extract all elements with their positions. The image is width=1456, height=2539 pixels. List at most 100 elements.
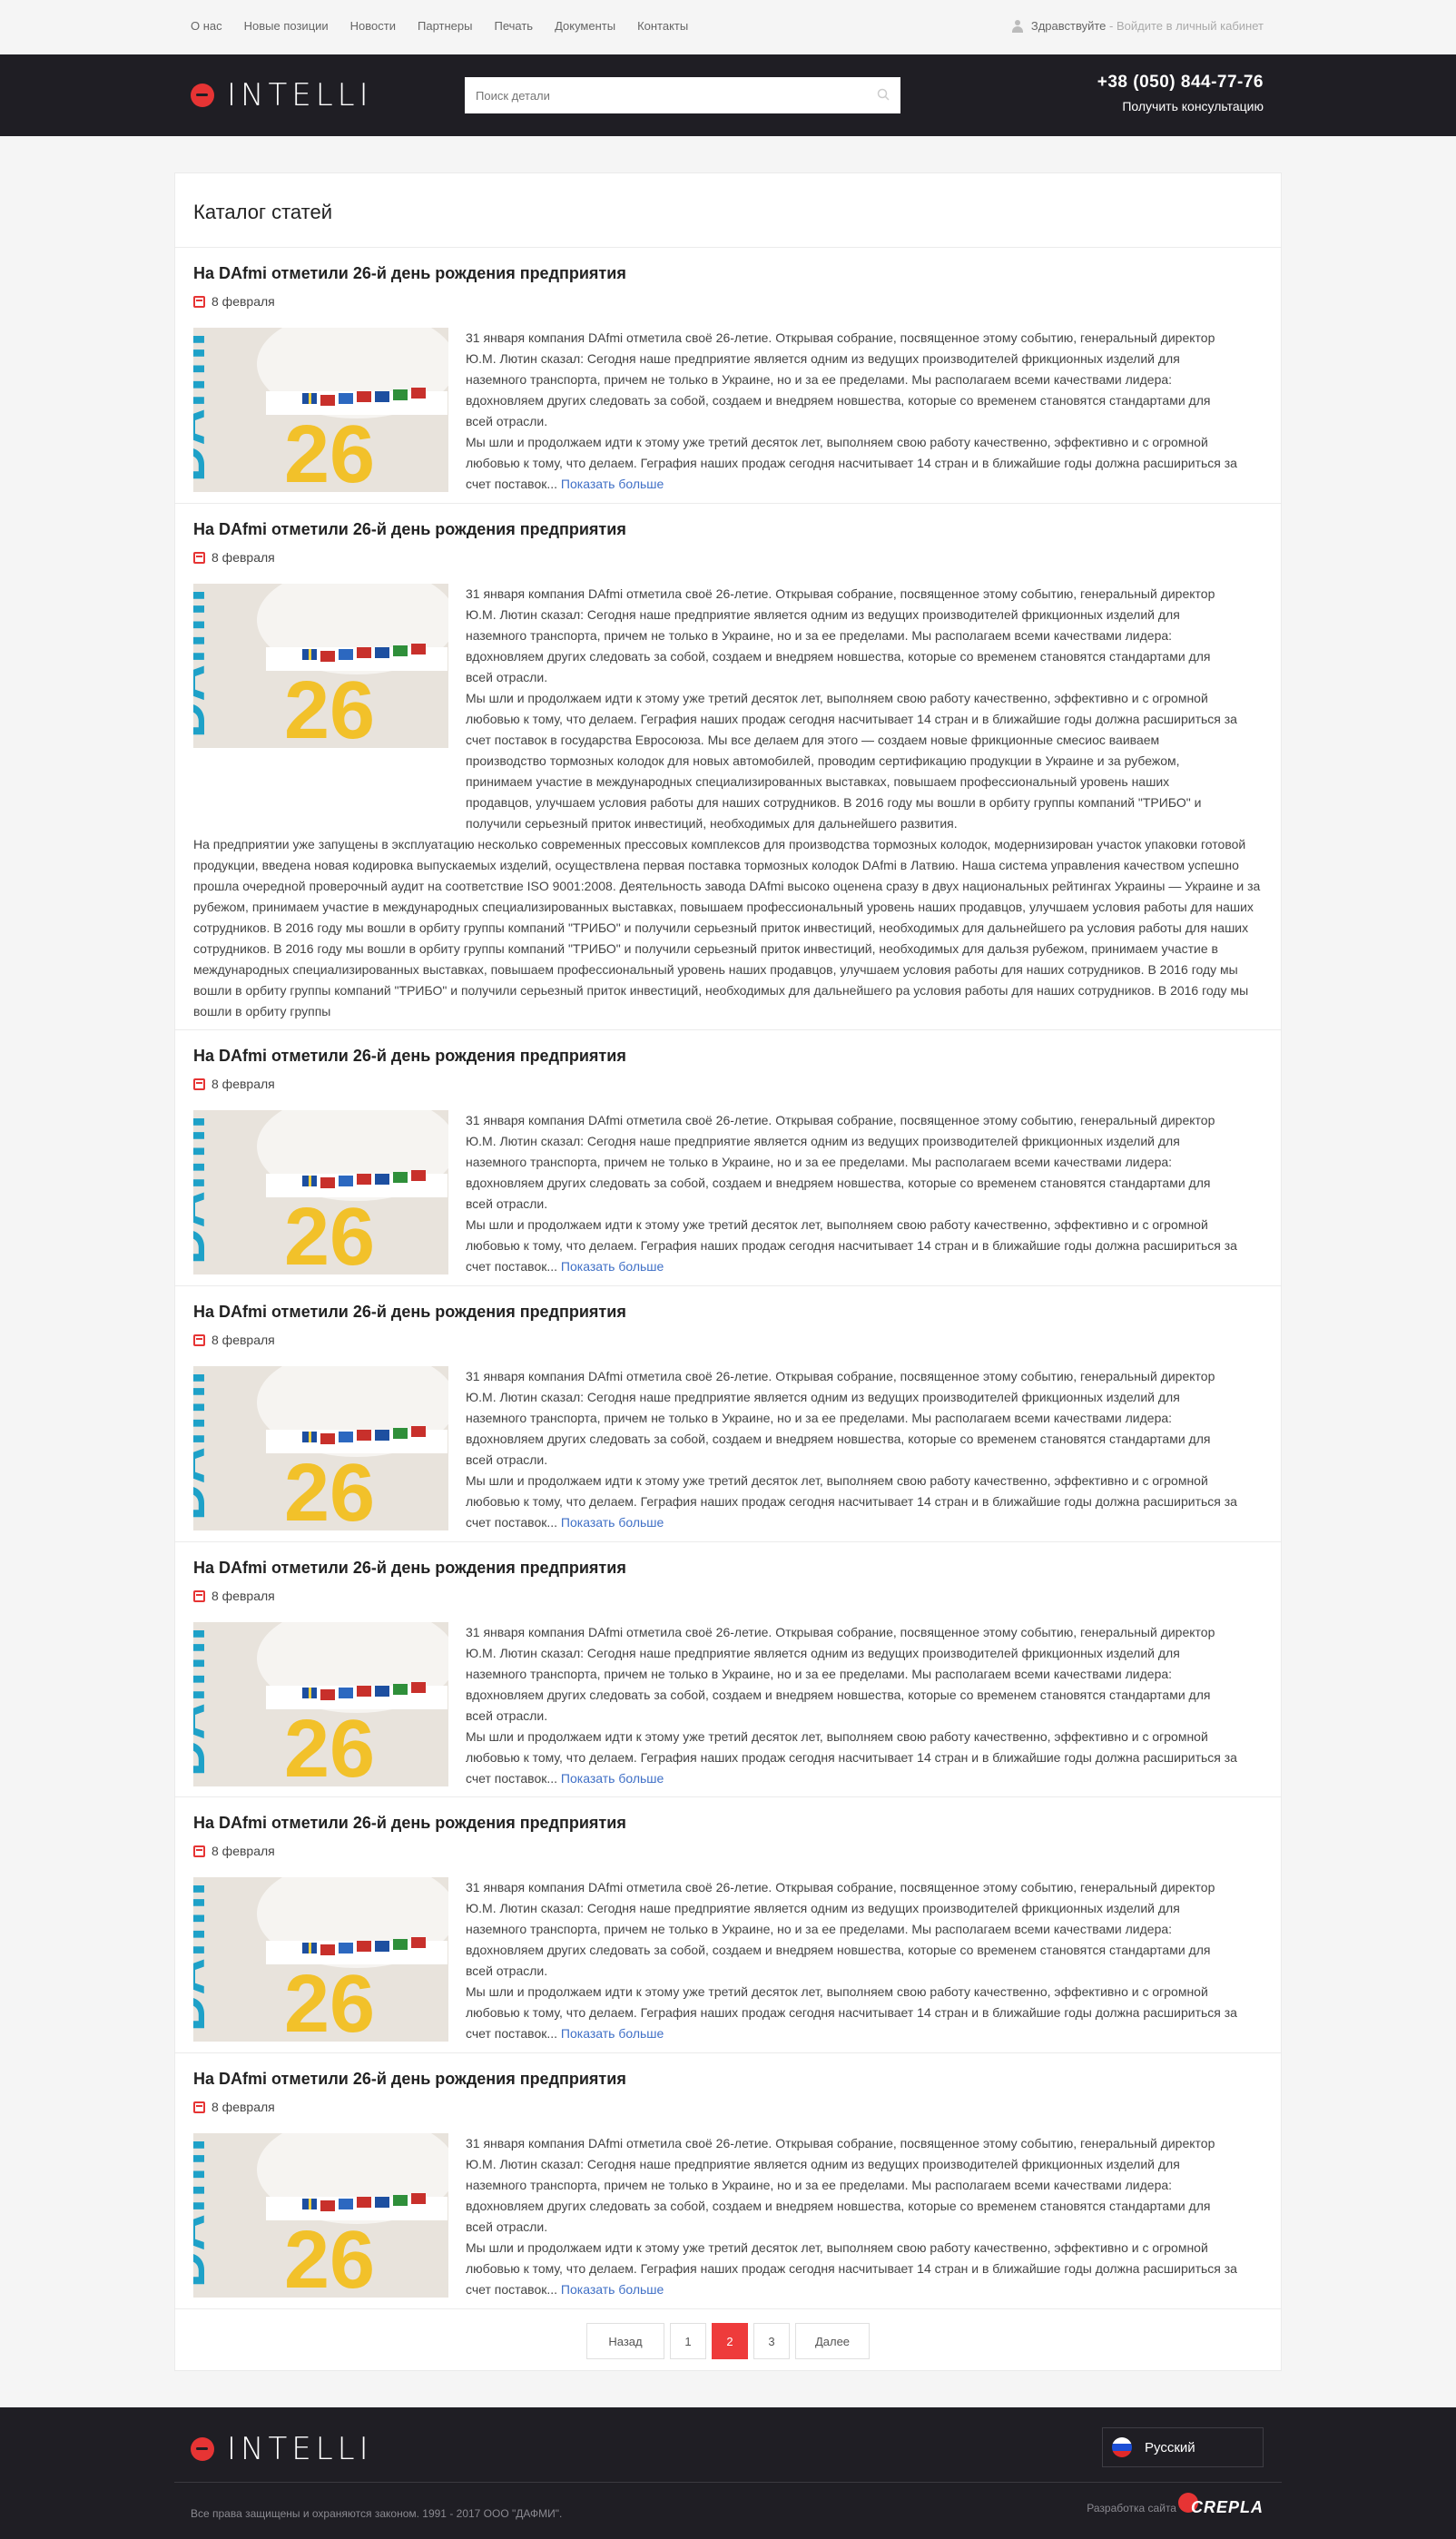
- phone-number[interactable]: +38 (050) 844-77-76: [1097, 73, 1264, 93]
- article-catalog: Каталог статей На DAfmi отметили 26-й де…: [174, 172, 1282, 2371]
- article-image[interactable]: DAfmi 26: [193, 2133, 448, 2298]
- article-full-text: На предприятии уже запущены в эксплуатац…: [193, 834, 1264, 1022]
- thumb-brand-text: DAfmi: [193, 1627, 215, 1776]
- search-icon[interactable]: [877, 88, 890, 101]
- show-more-link[interactable]: Показать больше: [561, 1515, 664, 1530]
- article-date-text: 8 февраля: [212, 1589, 275, 1603]
- logo-mark-icon: [191, 84, 214, 107]
- developer-credit: Разработка сайта CREPLA: [1087, 2498, 1264, 2517]
- show-more-link[interactable]: Показать больше: [561, 1259, 664, 1274]
- article-image[interactable]: DAfmi 26: [193, 328, 448, 492]
- site-logo[interactable]: INTELLI: [191, 79, 373, 112]
- footer-divider: [174, 2482, 1282, 2483]
- nav-about[interactable]: О нас: [191, 19, 222, 33]
- article-title[interactable]: На DAfmi отметили 26-й день рождения пре…: [193, 1814, 626, 1833]
- article-date-text: 8 февраля: [212, 550, 275, 565]
- search-box: [465, 77, 900, 113]
- pagination-page[interactable]: 1: [670, 2323, 706, 2359]
- article-date-text: 8 февраля: [212, 1333, 275, 1347]
- article-image[interactable]: DAfmi 26: [193, 1366, 448, 1530]
- article-excerpt: 31 января компания DAfmi отметила своё 2…: [466, 2133, 1237, 2300]
- developer-logo[interactable]: CREPLA: [1185, 2498, 1264, 2516]
- article-image[interactable]: DAfmi 26: [193, 1622, 448, 1786]
- nav-documents[interactable]: Документы: [555, 19, 615, 33]
- article-title[interactable]: На DAfmi отметили 26-й день рождения пре…: [193, 1047, 626, 1066]
- nav-partners[interactable]: Партнеры: [418, 19, 472, 33]
- article-item: На DAfmi отметили 26-й день рождения пре…: [175, 1797, 1281, 2053]
- article-paragraph: 31 января компания DAfmi отметила своё 2…: [466, 1369, 1215, 1467]
- thumb-number-text: 26: [284, 665, 375, 748]
- article-item: На DAfmi отметили 26-й день рождения пре…: [175, 2053, 1281, 2309]
- pagination-page[interactable]: 3: [753, 2323, 790, 2359]
- nav-news[interactable]: Новости: [350, 19, 396, 33]
- thumb-number-text: 26: [284, 1192, 375, 1274]
- nav-new-items[interactable]: Новые позиции: [244, 19, 329, 33]
- footer-logo[interactable]: INTELLI: [191, 2433, 373, 2465]
- pagination-prev[interactable]: Назад: [586, 2323, 664, 2359]
- article-excerpt: 31 января компания DAfmi отметила своё 2…: [466, 584, 1237, 834]
- greeting-text: Здравствуйте: [1030, 19, 1107, 33]
- show-more-link[interactable]: Показать больше: [561, 477, 664, 491]
- nav-contacts[interactable]: Контакты: [637, 19, 688, 33]
- show-more-link[interactable]: Показать больше: [561, 1771, 664, 1786]
- article-title[interactable]: На DAfmi отметили 26-й день рождения пре…: [193, 264, 626, 283]
- consult-link[interactable]: Получить консультацию: [1097, 99, 1264, 113]
- article-paragraph: 31 января компания DAfmi отметила своё 2…: [466, 586, 1215, 684]
- developer-label: Разработка сайта: [1087, 2501, 1176, 2514]
- calendar-icon: [193, 551, 205, 564]
- calendar-icon: [193, 2101, 205, 2113]
- article-paragraph: 31 января компания DAfmi отметила своё 2…: [466, 1113, 1215, 1211]
- calendar-icon: [193, 1589, 205, 1602]
- article-date: 8 февраля: [193, 1077, 275, 1091]
- language-label: Русский: [1145, 2439, 1195, 2455]
- show-more-link[interactable]: Показать больше: [561, 2282, 664, 2297]
- thumb-brand-text: DAfmi: [193, 1115, 215, 1265]
- article-title[interactable]: На DAfmi отметили 26-й день рождения пре…: [193, 2070, 626, 2089]
- top-bar: О нас Новые позиции Новости Партнеры Печ…: [0, 0, 1456, 54]
- article-thumbnail: DAfmi 26: [193, 2133, 448, 2298]
- pagination-page-active[interactable]: 2: [712, 2323, 748, 2359]
- calendar-icon: [193, 295, 205, 308]
- article-image[interactable]: DAfmi 26: [193, 1110, 448, 1274]
- thumb-number-text: 26: [284, 1704, 375, 1786]
- thumb-number-text: 26: [284, 1448, 375, 1530]
- article-excerpt: 31 января компания DAfmi отметила своё 2…: [466, 1366, 1237, 1533]
- site-header: INTELLI +38 (050) 844-77-76 Получить кон…: [0, 54, 1456, 136]
- article-thumbnail: DAfmi 26: [193, 1877, 448, 2042]
- article-title[interactable]: На DAfmi отметили 26-й день рождения пре…: [193, 1559, 626, 1578]
- article-title[interactable]: На DAfmi отметили 26-й день рождения пре…: [193, 1303, 626, 1322]
- article-item: На DAfmi отметили 26-й день рождения пре…: [175, 1542, 1281, 1797]
- article-excerpt: 31 января компания DAfmi отметила своё 2…: [466, 328, 1237, 495]
- article-title[interactable]: На DAfmi отметили 26-й день рождения пре…: [193, 520, 626, 539]
- article-paragraph: 31 января компания DAfmi отметила своё 2…: [466, 1880, 1215, 1978]
- article-image[interactable]: DAfmi 26: [193, 1877, 448, 2042]
- nav-print[interactable]: Печать: [494, 19, 533, 33]
- calendar-icon: [193, 1845, 205, 1857]
- article-thumbnail: DAfmi 26: [193, 1110, 448, 1274]
- top-nav: О нас Новые позиции Новости Партнеры Печ…: [191, 19, 688, 33]
- search-input[interactable]: [465, 77, 900, 113]
- article-thumbnail: DAfmi 26: [193, 1622, 448, 1786]
- page-title: Каталог статей: [175, 173, 1281, 248]
- pagination-next[interactable]: Далее: [795, 2323, 870, 2359]
- article-paragraph: На предприятии уже запущены в эксплуатац…: [193, 837, 1261, 1019]
- separator: -: [1106, 19, 1117, 33]
- article-excerpt: 31 января компания DAfmi отметила своё 2…: [466, 1110, 1237, 1277]
- article-date: 8 февраля: [193, 1589, 275, 1603]
- site-footer: INTELLI Русский Все права защищены и охр…: [0, 2407, 1456, 2539]
- article-item: На DAfmi отметили 26-й день рождения пре…: [175, 248, 1281, 504]
- thumb-brand-text: DAfmi: [193, 2138, 215, 2288]
- login-link[interactable]: Войдите в личный кабинет: [1117, 19, 1264, 33]
- article-date-text: 8 февраля: [212, 2100, 275, 2114]
- calendar-icon: [193, 1078, 205, 1090]
- contact-block: +38 (050) 844-77-76 Получить консультаци…: [1097, 73, 1264, 113]
- show-more-link[interactable]: Показать больше: [561, 2026, 664, 2041]
- article-item: На DAfmi отметили 26-й день рождения пре…: [175, 504, 1281, 1030]
- article-excerpt: 31 января компания DAfmi отметила своё 2…: [466, 1622, 1237, 1789]
- article-image[interactable]: DAfmi 26: [193, 584, 448, 748]
- article-paragraph: 31 января компания DAfmi отметила своё 2…: [466, 330, 1215, 428]
- language-selector[interactable]: Русский: [1102, 2427, 1264, 2467]
- user-icon: [1011, 19, 1024, 33]
- article-date: 8 февраля: [193, 294, 275, 309]
- thumb-brand-text: DAfmi: [193, 1882, 215, 2032]
